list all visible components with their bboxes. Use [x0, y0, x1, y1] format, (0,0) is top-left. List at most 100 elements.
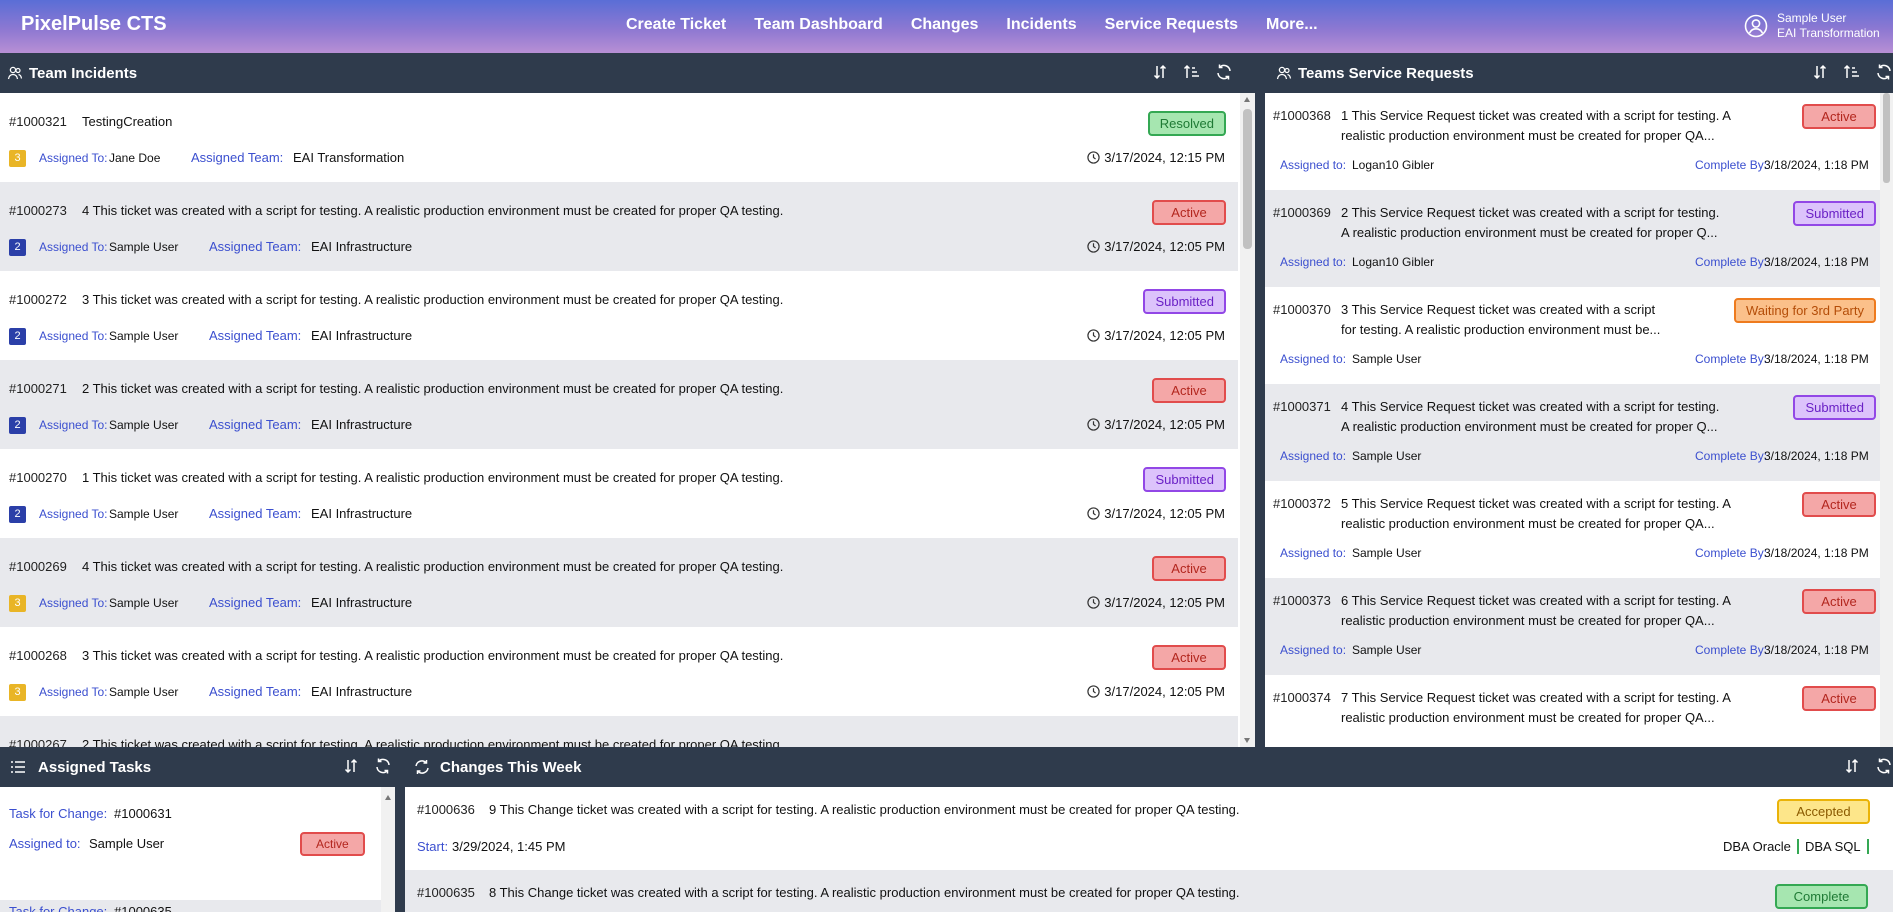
change-id[interactable]: #1000635 — [417, 885, 475, 900]
service-request-row[interactable]: #1000372 5 This Service Request ticket wa… — [1265, 481, 1880, 578]
incident-row[interactable]: #1000269 4 This ticket was created with a… — [0, 538, 1238, 627]
incident-row[interactable]: #1000273 4 This ticket was created with a… — [0, 182, 1238, 271]
change-start-time: 3/29/2024, 1:45 PM — [452, 839, 566, 854]
incident-row[interactable]: #1000271 2 This ticket was created with a… — [0, 360, 1238, 449]
nav-incidents[interactable]: Incidents — [1006, 16, 1076, 34]
service-request-id[interactable]: #1000371 — [1273, 399, 1331, 414]
incident-id[interactable]: #1000269 — [9, 559, 67, 574]
incident-timestamp: 3/17/2024, 12:05 PM — [1087, 684, 1225, 699]
service-request-status-badge: Active — [1802, 492, 1876, 517]
incident-row[interactable]: #1000268 3 This ticket was created with a… — [0, 627, 1238, 716]
service-requests-scrollbar[interactable] — [1880, 93, 1893, 747]
incident-time-text: 3/17/2024, 12:05 PM — [1104, 684, 1225, 699]
service-request-row[interactable]: #1000370 3 This Service Request ticket wa… — [1265, 287, 1880, 384]
sr-assigned-label: Assigned to: — [1280, 643, 1347, 657]
incident-id[interactable]: #1000267 — [9, 737, 67, 747]
sort-list-icon[interactable] — [1183, 63, 1201, 81]
change-status-badge: Complete — [1775, 884, 1868, 909]
task-item[interactable]: Task for Change: #1000635 — [0, 900, 381, 912]
task-change-number[interactable]: #1000631 — [114, 806, 172, 821]
task-item[interactable]: Task for Change: #1000631 Assigned to: S… — [0, 787, 381, 900]
sort-list-icon[interactable] — [1843, 63, 1861, 81]
sort-direction-icon[interactable] — [1811, 63, 1829, 81]
service-request-id[interactable]: #1000374 — [1273, 690, 1331, 705]
change-id[interactable]: #1000636 — [417, 802, 475, 817]
sr-assigned-label: Assigned to: — [1280, 546, 1347, 560]
service-request-desc-line2: realistic production environment must be… — [1341, 516, 1715, 531]
user-menu[interactable]: Sample User EAI Transformation — [1744, 11, 1880, 41]
incident-id[interactable]: #1000273 — [9, 203, 67, 218]
incident-id[interactable]: #1000268 — [9, 648, 67, 663]
incident-time-text: 3/17/2024, 12:05 PM — [1104, 595, 1225, 610]
sr-complete-by-label: Complete By: — [1695, 449, 1768, 463]
assigned-team-value: EAI Infrastructure — [311, 328, 413, 343]
nav-changes[interactable]: Changes — [911, 16, 979, 34]
sr-complete-by-label: Complete By: — [1695, 255, 1768, 269]
service-request-id[interactable]: #1000369 — [1273, 205, 1331, 220]
change-item[interactable]: #1000635 8 This Change ticket was create… — [405, 870, 1893, 912]
service-request-row[interactable]: #1000371 4 This Service Request ticket wa… — [1265, 384, 1880, 481]
incidents-scrollbar[interactable] — [1240, 93, 1255, 747]
change-description: 9 This Change ticket was created with a … — [489, 802, 1240, 817]
assigned-team-value: EAI Infrastructure — [311, 417, 413, 432]
clock-icon — [1087, 329, 1100, 342]
service-request-id[interactable]: #1000372 — [1273, 496, 1331, 511]
incident-timestamp: 3/17/2024, 12:05 PM — [1087, 328, 1225, 343]
service-request-row[interactable]: #1000373 6 This Service Request ticket wa… — [1265, 578, 1880, 675]
incident-timestamp: 3/17/2024, 12:05 PM — [1087, 239, 1225, 254]
task-assigned-user: Sample User — [89, 836, 165, 851]
service-request-row[interactable]: #1000374 7 This Service Request ticket wa… — [1265, 675, 1880, 747]
task-list-icon — [11, 761, 25, 773]
app-brand[interactable]: PixelPulse CTS — [21, 13, 167, 36]
service-request-row[interactable]: #1000369 2 This Service Request ticket wa… — [1265, 190, 1880, 287]
assigned-team-value: EAI Infrastructure — [311, 595, 413, 610]
assigned-to-label: Assigned To: — [39, 507, 108, 521]
sr-complete-by-label: Complete By: — [1695, 546, 1768, 560]
tasks-scrollbar[interactable] — [381, 787, 395, 912]
assigned-to-value: Sample User — [109, 507, 179, 521]
changes-list: #1000636 9 This Change ticket was create… — [405, 787, 1893, 912]
sr-complete-by-value: 3/18/2024, 1:18 PM — [1764, 255, 1869, 269]
incident-id[interactable]: #1000270 — [9, 470, 67, 485]
sr-complete-by-value: 3/18/2024, 1:18 PM — [1764, 352, 1869, 366]
service-request-id[interactable]: #1000370 — [1273, 302, 1331, 317]
incident-status-badge: Active — [1152, 378, 1226, 403]
assigned-to-label: Assigned To: — [39, 240, 108, 254]
refresh-icon[interactable] — [374, 757, 392, 775]
assigned-team-label: Assigned Team: — [209, 417, 302, 432]
sort-direction-icon[interactable] — [342, 757, 360, 775]
service-request-status-badge: Active — [1802, 686, 1876, 711]
clock-icon — [1087, 151, 1100, 164]
incidents-scroll-thumb[interactable] — [1243, 109, 1252, 249]
incident-row[interactable]: #1000270 1 This ticket was created with a… — [0, 449, 1238, 538]
service-request-desc-line1: 4 This Service Request ticket was create… — [1341, 399, 1720, 414]
task-change-number[interactable]: #1000635 — [114, 904, 172, 912]
incident-row[interactable]: #1000267 2 This ticket was created with a… — [0, 716, 1238, 747]
incident-id[interactable]: #1000271 — [9, 381, 67, 396]
task-status-badge: Active — [300, 832, 365, 856]
refresh-icon[interactable] — [1215, 63, 1233, 81]
nav-service-requests[interactable]: Service Requests — [1105, 16, 1238, 34]
nav-team-dashboard[interactable]: Team Dashboard — [754, 16, 883, 34]
service-requests-scroll-thumb[interactable] — [1883, 93, 1890, 183]
refresh-icon[interactable] — [1875, 63, 1893, 81]
incident-row[interactable]: #1000272 3 This ticket was created with a… — [0, 271, 1238, 360]
service-request-id[interactable]: #1000368 — [1273, 108, 1331, 123]
incident-id[interactable]: #1000321 — [9, 114, 67, 129]
service-request-desc-line1: 5 This Service Request ticket was create… — [1341, 496, 1731, 511]
change-start-label: Start: — [417, 839, 449, 854]
incident-status-badge: Resolved — [1147, 111, 1226, 136]
service-requests-title: Teams Service Requests — [1298, 64, 1474, 82]
incident-id[interactable]: #1000272 — [9, 292, 67, 307]
nav-more[interactable]: More... — [1266, 16, 1318, 34]
sort-direction-icon[interactable] — [1843, 757, 1861, 775]
incident-time-text: 3/17/2024, 12:05 PM — [1104, 328, 1225, 343]
incident-row[interactable]: #1000321 TestingCreation Resolved 3 Assigned… — [0, 93, 1238, 182]
sr-assigned-value: Logan10 Gibler — [1352, 255, 1435, 269]
service-request-id[interactable]: #1000373 — [1273, 593, 1331, 608]
refresh-icon[interactable] — [1875, 757, 1893, 775]
sort-direction-icon[interactable] — [1151, 63, 1169, 81]
change-item[interactable]: #1000636 9 This Change ticket was create… — [405, 787, 1893, 870]
service-request-row[interactable]: #1000368 1 This Service Request ticket wa… — [1265, 93, 1880, 190]
nav-create-ticket[interactable]: Create Ticket — [626, 16, 726, 34]
